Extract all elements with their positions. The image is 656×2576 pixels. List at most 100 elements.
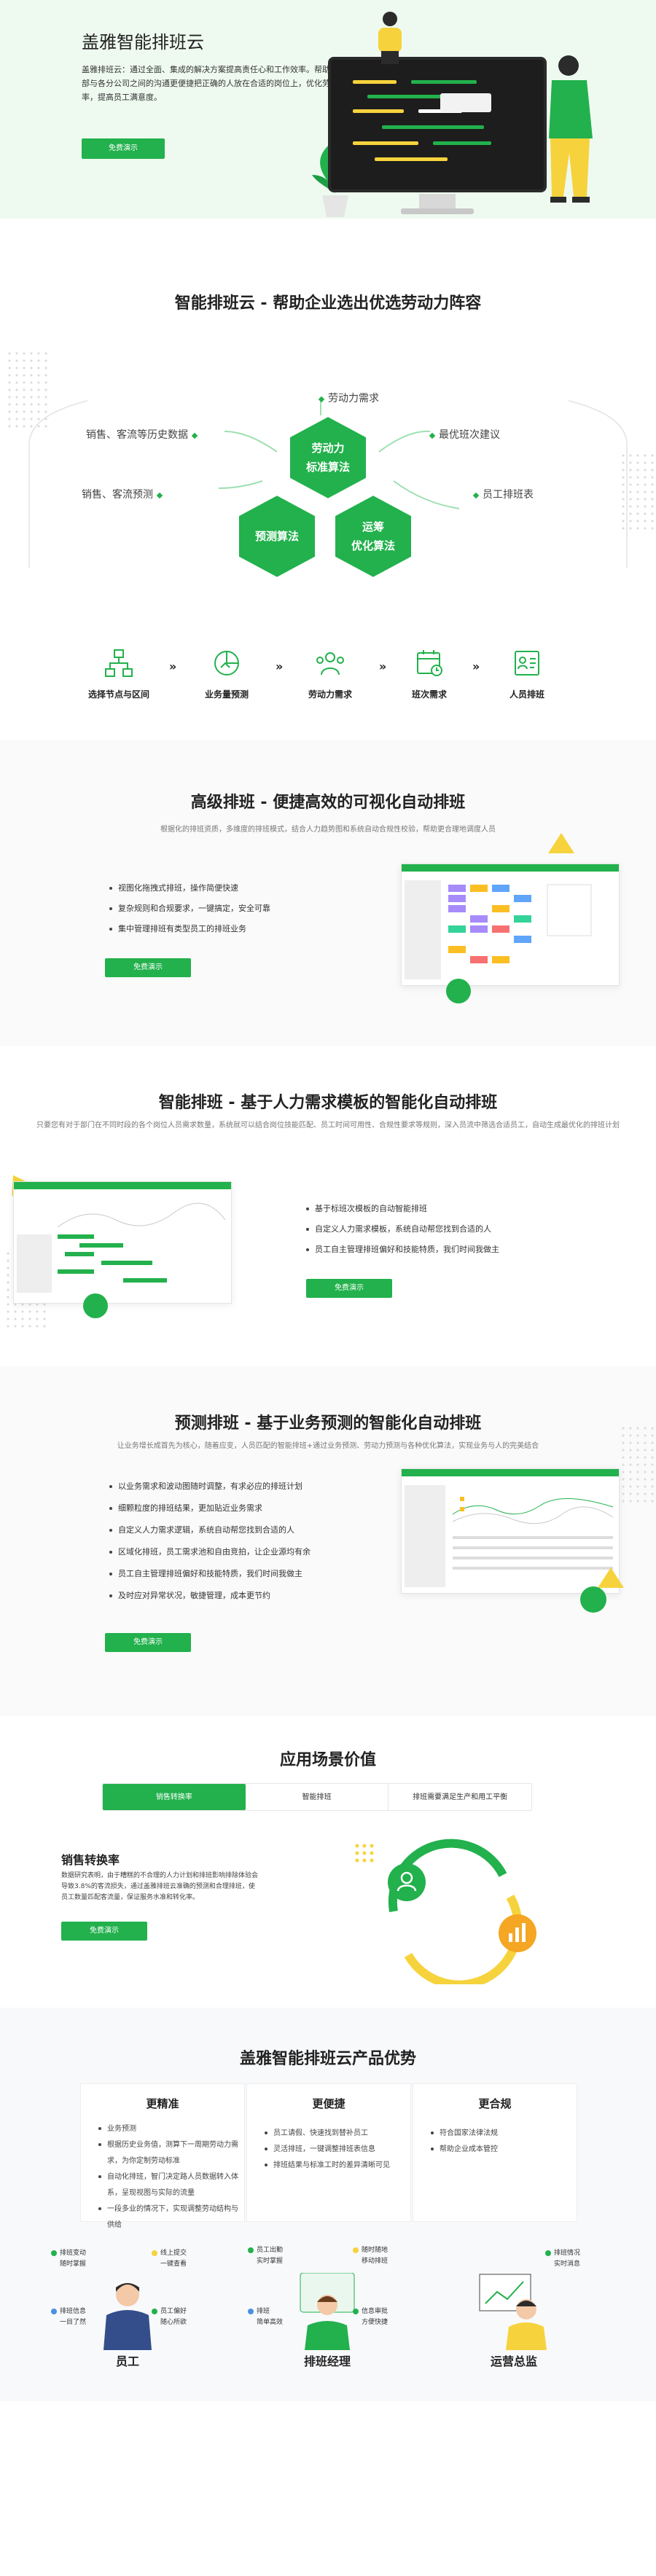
- list-item: 灵活排班，一键调整排班表信息: [265, 2142, 410, 2158]
- label-best-shift: 最优班次建议: [426, 427, 500, 442]
- card-title: 更合规: [478, 2097, 512, 2110]
- feature-list: 基于标班次模板的自动智能排班 自定义人力需求模板，系统自动帮您找到合适的人 员工…: [306, 1199, 499, 1260]
- persona-tag: 员工出勤 实时掌握: [247, 2245, 283, 2267]
- dot-pattern: [620, 1425, 656, 1505]
- persona-name: 排班经理: [303, 2354, 351, 2368]
- advanced-scheduling-section: 高级排班 - 便捷高效的可视化自动排班 根据化的排班资质，多维度的排班模式，结合…: [0, 740, 656, 1046]
- hex-label: 运筹 优化算法: [351, 520, 395, 552]
- list-item: 复杂规则和合规要求，一键搞定，安全可靠: [109, 899, 270, 919]
- hex-labor-standard-algorithm: 劳动力 标准算法: [283, 412, 373, 503]
- section-title: 智能排班 - 基于人力需求模板的智能化自动排班: [158, 1094, 498, 1112]
- advantage-card-precise: 更精准 业务预测 根据历史业务值，测算下一周期劳动力需求，为你定制劳动标准 自动…: [80, 2083, 245, 2229]
- step-shift-demand: 班次需求: [389, 647, 469, 700]
- step-select-node: 选择节点与区间: [79, 647, 159, 700]
- pie-chart-icon: [187, 647, 267, 684]
- hex-label: 预测算法: [254, 530, 299, 543]
- chevron-right-icon: »: [276, 659, 284, 673]
- list-item: 员工自主管理排班偏好和技能特质，我们时间我做主: [306, 1240, 499, 1260]
- list-item: 集中管理排班有类型员工的排班业务: [109, 919, 270, 939]
- label-sales-forecast: 销售、客流预测: [82, 487, 166, 501]
- people-icon: [290, 647, 370, 684]
- hex-optimization-algorithm: 运筹 优化算法: [328, 491, 418, 582]
- circle-decoration: [83, 1293, 108, 1318]
- persona-tag: 员工偏好 随心所欲: [151, 2306, 187, 2328]
- list-item: 细颗粒度的排班结果，更加贴近业务需求: [109, 1498, 311, 1519]
- section-title: 应用场景价值: [279, 1751, 376, 1769]
- list-item: 帮助企业成本管控: [431, 2142, 577, 2158]
- advanced-demo-button[interactable]: 免费演示: [105, 958, 191, 977]
- scene-description: 数据研究表明，由于糟糕的不合理的人力计划和排班影响排除体验会导致3.8%的客流损…: [61, 1872, 259, 1901]
- list-item: 员工自主管理排班偏好和技能特质，我们时间我做主: [109, 1563, 311, 1585]
- list-item: 自动化排班，智门决定路人员数据转入体系，呈现视图与实际的流量: [98, 2169, 244, 2201]
- template-demo-button[interactable]: 免费演示: [306, 1279, 392, 1298]
- product-advantages-section: 盖雅智能排班云产品优势 更精准 业务预测 根据历史业务值，测算下一周期劳动力需求…: [0, 2008, 656, 2401]
- tab-smart-scheduling[interactable]: 智能排班: [246, 1784, 389, 1810]
- step-labor-demand: 劳动力需求: [290, 647, 370, 700]
- hex-prediction-algorithm: 预测算法: [232, 491, 322, 582]
- advanced-screenshot: [401, 864, 620, 986]
- section-title: 高级排班 - 便捷高效的可视化自动排班: [190, 794, 466, 812]
- hero-title: 盖雅智能排班云: [82, 32, 204, 52]
- list-item: 区域化排班，员工需求池和自由竞拍，让企业源均有余: [109, 1541, 311, 1563]
- triangle-decoration: [548, 833, 574, 853]
- smart-cloud-section: 智能排班云 - 帮助企业选出优选劳动力阵容 劳动力 标准算法 预测算法 运筹 优化算…: [0, 219, 656, 740]
- circle-decoration: [446, 979, 471, 1003]
- scene-title: 销售转换率: [61, 1853, 120, 1867]
- director-illustration: [479, 2274, 547, 2350]
- chevron-right-icon: »: [472, 659, 480, 673]
- persona-tag: 信息审批 方便快捷: [352, 2306, 388, 2328]
- org-tree-icon: [79, 647, 159, 684]
- scene-demo-button[interactable]: 免费演示: [61, 1922, 147, 1941]
- section-title: 智能排班云 - 帮助企业选出优选劳动力阵容: [174, 294, 482, 313]
- monitor-stand: [419, 194, 456, 210]
- template-scheduling-section: 智能排班 - 基于人力需求模板的智能化自动排班 只要您有对于部门在不同时段的各个…: [0, 1046, 656, 1366]
- section-subtitle: 只要您有对于部门在不同时段的各个岗位人员需求数量，系统就可以结合岗位技能匹配、员…: [36, 1121, 620, 1130]
- application-scenes-section: 应用场景价值 销售转换率 智能排班 排班需要满足生产和用工平衡 销售转换率 数据…: [0, 1716, 656, 2008]
- chevron-right-icon: »: [169, 659, 177, 673]
- label-labor-demand: 劳动力需求: [315, 391, 379, 405]
- step-business-forecast: 业务量预测: [187, 647, 267, 700]
- hero-demo-button[interactable]: 免费演示: [82, 138, 165, 159]
- persona-scheduling-manager: 员工出勤 实时掌握 随时随地 移动排班 排班 简单高效 信息审批 方便快捷 排班经理: [247, 2241, 404, 2379]
- id-card-icon: [487, 647, 567, 684]
- predict-scheduling-section: 预测排班 - 基于业务预测的智能化自动排班 让业务增长成首先为核心，随着应变，人…: [0, 1366, 656, 1716]
- list-item: 及时应对异常状况，敏捷管理，成本更节约: [109, 1585, 311, 1607]
- hero-banner: 盖雅智能排班云 盖雅排班云：通过全面、集成的解决方案提高责任心和工作效率。帮助企…: [0, 0, 656, 219]
- monitor-illustration: [328, 57, 547, 192]
- tab-production-balance[interactable]: 排班需要满足生产和用工平衡: [388, 1784, 531, 1810]
- list-item: 基于标班次模板的自动智能排班: [306, 1199, 499, 1219]
- predict-screenshot: [401, 1468, 620, 1594]
- list-item: 一段多业的情况下，实现调整劳动结构与供给: [98, 2201, 244, 2234]
- section-title: 盖雅智能排班云产品优势: [239, 2050, 416, 2068]
- person-sitting-illustration: [378, 12, 402, 64]
- persona-tag: 排班变动 随时掌握: [50, 2248, 86, 2270]
- label-employee-schedule: 员工排班表: [469, 487, 534, 501]
- section-title: 预测排班 - 基于业务预测的智能化自动排班: [174, 1414, 482, 1433]
- list-item: 员工请假、快速找到替补员工: [265, 2126, 410, 2142]
- hero-description: 盖雅排班云：通过全面、集成的解决方案提高责任心和工作效率。帮助企业总部与各分公司…: [82, 65, 354, 102]
- section-subtitle: 让业务增长成首先为核心，随着应变，人员匹配的智能排班+通过业务预测、劳动力预测与…: [117, 1442, 539, 1450]
- hex-label: 劳动力 标准算法: [305, 442, 350, 474]
- list-item: 自定义人力需求逻辑，系统自动帮您找到合适的人: [109, 1519, 311, 1541]
- advantage-card-compliant: 更合规 符合国家法律法规 帮助企业成本管控: [413, 2083, 577, 2222]
- persona-operations-director: 排班情况 实时消息 运营总监: [437, 2241, 590, 2379]
- persona-tag: 线上提交 一键查看: [151, 2248, 187, 2270]
- step-staff-scheduling: 人员排班: [487, 647, 567, 700]
- list-item: 视图化拖拽式排班，操作简便快速: [109, 878, 270, 899]
- employee-illustration: [104, 2283, 152, 2350]
- manager-illustration: [300, 2273, 355, 2350]
- list-item: 符合国家法律法规: [431, 2126, 577, 2142]
- list-item: 根据历史业务值，测算下一周期劳动力需求，为你定制劳动标准: [98, 2137, 244, 2169]
- scene-tabs: 销售转换率 智能排班 排班需要满足生产和用工平衡: [102, 1783, 532, 1811]
- section-subtitle: 根据化的排班资质，多维度的排班模式，结合人力趋势图和系统自动合规性校验，帮助更合…: [160, 826, 496, 834]
- chevron-right-icon: »: [379, 659, 387, 673]
- label-history-data: 销售、客流等历史数据: [86, 427, 201, 442]
- feature-list: 视图化拖拽式排班，操作简便快速 复杂规则和合规要求，一键搞定，安全可靠 集中管理…: [109, 878, 270, 939]
- persona-employee: 排班变动 随时掌握 线上提交 一键查看 排班信息 一目了然 员工偏好 随心所欲 员工: [50, 2241, 204, 2379]
- template-screenshot: [13, 1181, 232, 1304]
- list-item: 业务预测: [98, 2121, 244, 2137]
- predict-demo-button[interactable]: 免费演示: [105, 1633, 191, 1652]
- tab-sales-conversion[interactable]: 销售转换率: [103, 1784, 246, 1810]
- list-item: 以业务需求和波动图随时调整，有求必应的排班计划: [109, 1476, 311, 1498]
- circle-decoration: [580, 1586, 606, 1613]
